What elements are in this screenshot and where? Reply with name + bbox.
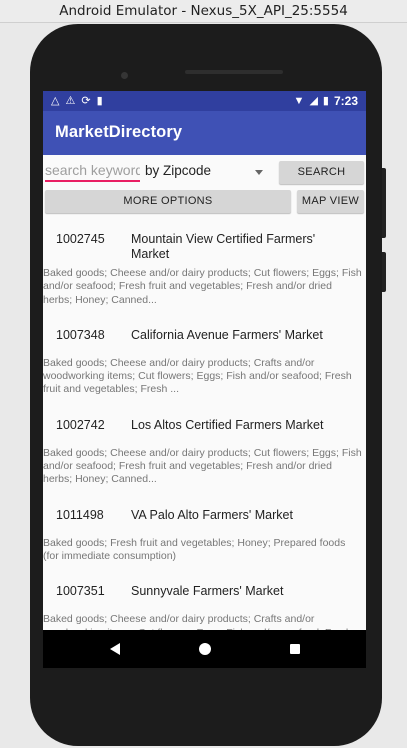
app-bar: MarketDirectory xyxy=(43,111,366,155)
list-item[interactable]: 1002745 Mountain View Certified Farmers'… xyxy=(43,221,366,307)
sync-icon: ⟳ xyxy=(81,95,91,107)
market-id: 1002742 xyxy=(56,417,105,432)
warning-icon: ⚠ xyxy=(65,95,76,107)
home-icon[interactable] xyxy=(199,643,211,655)
market-id: 1011498 xyxy=(56,507,104,522)
market-name: Mountain View Certified Farmers' Market xyxy=(131,232,316,261)
dropdown-arrow-icon xyxy=(255,170,263,175)
list-item[interactable]: 1007348 California Avenue Farmers' Marke… xyxy=(43,327,366,397)
back-icon[interactable] xyxy=(110,643,120,655)
list-item[interactable]: 1011498 VA Palo Alto Farmers' Market Bak… xyxy=(43,507,366,564)
device-screen: △ ⚠ ⟳ ▮ ▼ ◢ ▮ 7:23 MarketDirectory by Zi… xyxy=(43,91,366,668)
list-item[interactable]: 1002742 Los Altos Certified Farmers Mark… xyxy=(43,417,366,487)
market-id: 1002745 xyxy=(56,232,105,246)
status-bar: △ ⚠ ⟳ ▮ ▼ ◢ ▮ 7:23 xyxy=(43,91,366,111)
market-products: Baked goods; Cheese and/or dairy product… xyxy=(43,446,362,486)
more-options-button[interactable]: MORE OPTIONS xyxy=(45,190,291,213)
market-products: Baked goods; Cheese and/or dairy product… xyxy=(43,356,352,396)
market-name: Sunnyvale Farmers' Market xyxy=(131,584,284,599)
search-input[interactable] xyxy=(45,160,140,182)
market-name: California Avenue Farmers' Market xyxy=(131,327,323,342)
battery-icon: ▮ xyxy=(322,95,329,107)
navigation-bar xyxy=(43,630,366,668)
market-id: 1007348 xyxy=(56,327,105,342)
volume-button[interactable] xyxy=(382,168,386,238)
clock: 7:23 xyxy=(333,94,358,108)
sd-card-icon: ▮ xyxy=(96,95,103,107)
search-filter-value: by Zipcode xyxy=(145,163,212,178)
app-title: MarketDirectory xyxy=(55,123,183,141)
wifi-icon: ▼ xyxy=(293,95,305,107)
emulator-window-title: Android Emulator - Nexus_5X_API_25:5554 xyxy=(0,0,407,23)
market-name: VA Palo Alto Farmers' Market xyxy=(131,507,293,522)
market-id: 1007351 xyxy=(56,584,105,599)
front-camera xyxy=(121,72,128,79)
power-button[interactable] xyxy=(382,252,386,292)
signal-icon: ◢ xyxy=(309,95,318,107)
map-view-button[interactable]: MAP VIEW xyxy=(297,190,364,213)
market-list[interactable]: 1002745 Mountain View Certified Farmers'… xyxy=(43,221,366,653)
usb-icon: △ xyxy=(51,95,60,107)
search-button[interactable]: SEARCH xyxy=(279,161,364,184)
market-name: Los Altos Certified Farmers Market xyxy=(131,417,324,432)
market-products: Baked goods; Fresh fruit and vegetables;… xyxy=(43,536,346,562)
earpiece-speaker xyxy=(185,70,283,74)
search-filter-dropdown[interactable]: by Zipcode xyxy=(145,163,269,183)
recent-apps-icon[interactable] xyxy=(290,644,300,654)
market-products: Baked goods; Cheese and/or dairy product… xyxy=(43,267,362,306)
